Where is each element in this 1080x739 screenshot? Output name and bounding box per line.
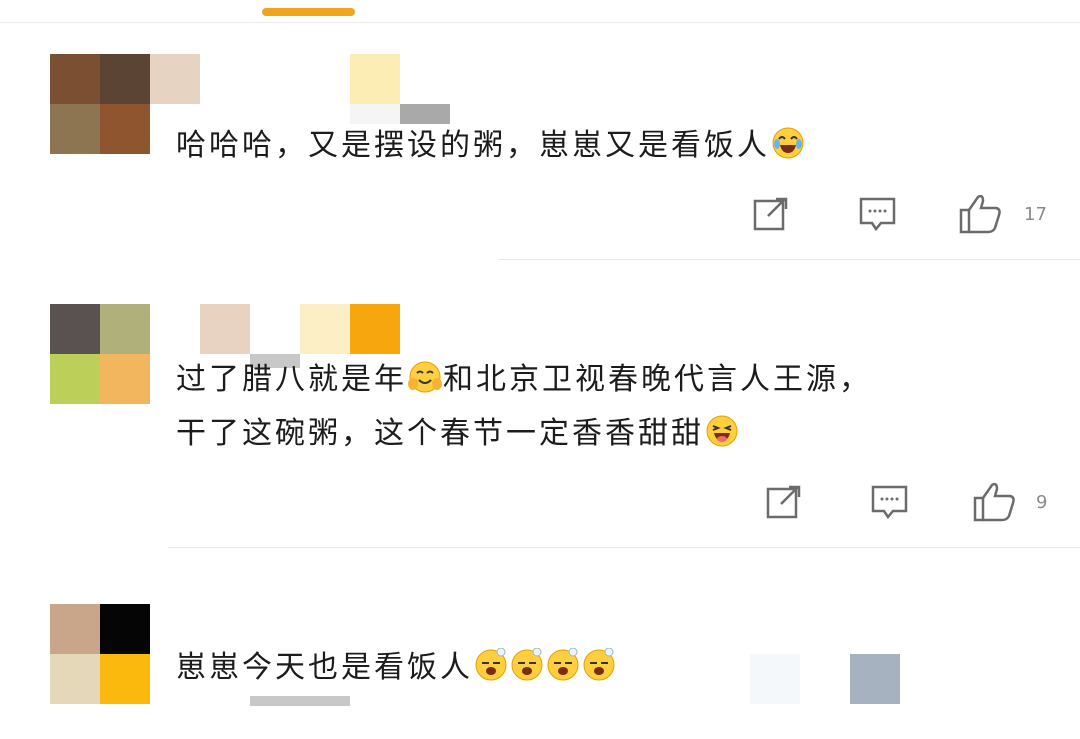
comment-icon[interactable]: [870, 484, 910, 522]
thumbs-up-icon[interactable]: [972, 480, 1018, 522]
laughing-tears-icon: [772, 127, 804, 159]
top-divider: [0, 22, 1080, 23]
blushing-hands-icon: [408, 361, 442, 393]
comment-text-line2: 干了这碗粥，这个春节一定香香甜甜: [176, 410, 740, 458]
comment-icon[interactable]: [858, 196, 898, 234]
comment-text: 过了腊八就是年 和北京卫视春晚代言人王源，: [176, 361, 872, 397]
yummy-icon: [706, 415, 738, 447]
share-icon[interactable]: [752, 196, 792, 232]
comment-divider: [498, 259, 1080, 260]
comment-divider: [168, 547, 1080, 548]
sleepy-face-icon: [475, 648, 507, 681]
like-count: 9: [1036, 492, 1048, 513]
share-icon[interactable]: [765, 484, 805, 520]
like-count: 17: [1024, 204, 1047, 225]
sleepy-face-icon: [583, 648, 615, 681]
comment-text: 崽崽今天也是看饭人: [176, 644, 617, 692]
sleepy-face-icon: [547, 648, 579, 681]
active-tab-indicator: [262, 8, 355, 16]
comment-text: 哈哈哈，又是摆设的粥，崽崽又是看饭人: [176, 122, 806, 170]
sleepy-face-icon: [511, 648, 543, 681]
thumbs-up-icon[interactable]: [958, 192, 1004, 234]
